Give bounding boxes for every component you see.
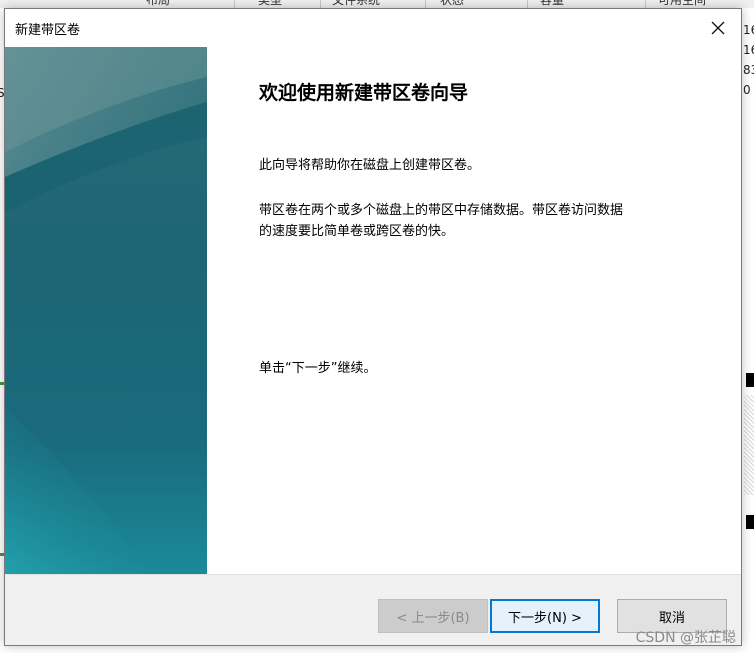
csdn-watermark: CSDN @张芷聪 [635, 630, 736, 646]
bg-col-free-space: 可用空间 [658, 0, 707, 7]
bg-col-layout: 布局 [146, 0, 171, 7]
banner-swoosh-graphic [5, 47, 207, 574]
wizard-banner-image [5, 47, 207, 574]
close-icon [711, 21, 725, 35]
bg-col-separator [234, 0, 235, 8]
bg-right-fragment: 16 [743, 23, 754, 37]
wizard-continue-text: 单击“下一步”继续。 [259, 361, 377, 376]
bg-col-separator [527, 0, 528, 8]
bg-right-fragment: 83 [743, 63, 754, 77]
bg-col-separator [645, 0, 646, 8]
wizard-heading: 欢迎使用新建带区卷向导 [259, 82, 469, 104]
bg-col-separator [425, 0, 426, 8]
wizard-button-bar: < 上一步(B) 下一步(N) > 取消 [5, 574, 741, 645]
bg-col-status: 状态 [440, 0, 465, 7]
background-right-edge: 16 16 83 0 [741, 8, 754, 653]
bg-disk-bar [746, 373, 754, 387]
bg-col-type: 类型 [258, 0, 283, 7]
title-bar[interactable]: 新建带区卷 [5, 9, 741, 47]
bg-right-fragment: 16 [743, 43, 754, 57]
bg-col-separator [320, 0, 321, 8]
next-button[interactable]: 下一步(N) > [490, 599, 600, 633]
wizard-description-line-1: 带区卷在两个或多个磁盘上的带区中存储数据。带区卷访问数据 [259, 203, 624, 218]
bg-right-fragment: 0 [743, 83, 751, 97]
bg-col-capacity: 容量 [540, 0, 565, 7]
dialog-title: 新建带区卷 [15, 23, 81, 38]
wizard-content: 欢迎使用新建带区卷向导 此向导将帮助你在磁盘上创建带区卷。 带区卷在两个或多个磁… [207, 47, 741, 574]
bg-col-filesystem: 文件系统 [332, 0, 381, 7]
new-striped-volume-dialog: 新建带区卷 欢迎使用新建带区卷向导 此向导将帮助你在磁盘上创建带区卷。 带区卷在… [4, 8, 742, 646]
bg-disk-bar [746, 515, 754, 529]
wizard-description-line-2: 的速度要比简单卷或跨区卷的快。 [259, 224, 455, 239]
back-button[interactable]: < 上一步(B) [378, 599, 488, 633]
bg-unallocated-hatch [744, 395, 754, 495]
wizard-intro-text: 此向导将帮助你在磁盘上创建带区卷。 [259, 158, 481, 173]
close-button[interactable] [695, 9, 741, 47]
